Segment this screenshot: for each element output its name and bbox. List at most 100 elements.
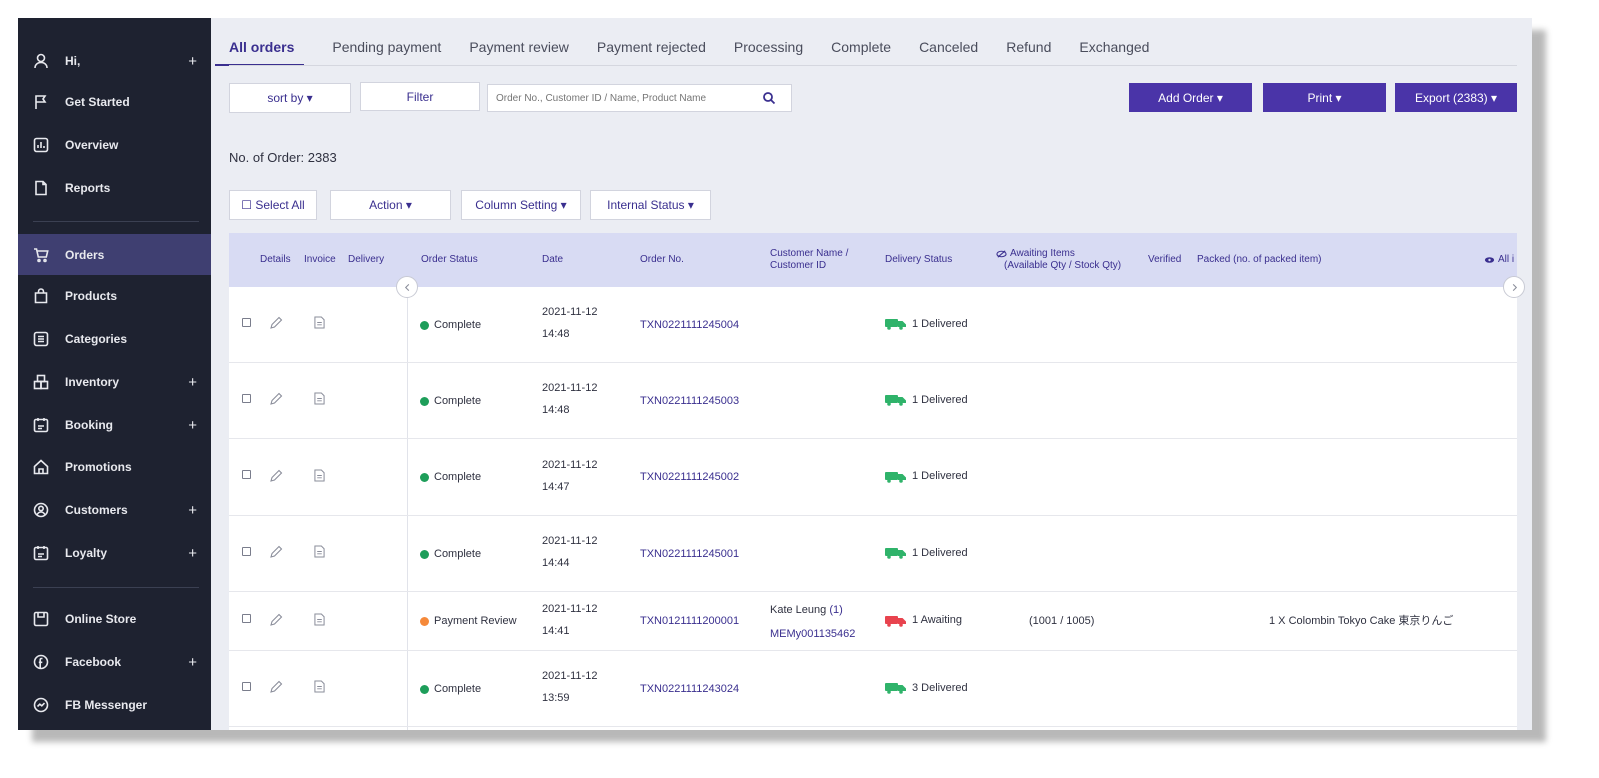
row-checkbox[interactable]: [242, 614, 251, 623]
filter-button[interactable]: Filter: [360, 82, 480, 111]
edit-pencil-icon[interactable]: [269, 392, 283, 406]
sidebar-item-promotions[interactable]: Promotions: [18, 448, 211, 486]
sidebar-item-orders[interactable]: Orders: [18, 234, 211, 275]
sidebar-divider: [33, 587, 199, 588]
expand-plus-icon[interactable]: +: [188, 502, 197, 519]
status-dot-icon: [420, 320, 429, 330]
tab-payment-review[interactable]: Payment review: [469, 36, 569, 66]
export-button[interactable]: Export (2383) ▾: [1395, 83, 1517, 112]
customer-order-count-link[interactable]: (1): [829, 604, 842, 616]
invoice-icon[interactable]: [314, 468, 325, 482]
invoice-icon[interactable]: [314, 316, 325, 329]
column-setting-dropdown[interactable]: Column Setting ▾: [461, 190, 581, 220]
edit-pencil-icon[interactable]: [269, 545, 283, 559]
tab-canceled[interactable]: Canceled: [919, 36, 978, 66]
row-checkbox[interactable]: [242, 393, 251, 403]
order-time: 14:44: [542, 557, 570, 569]
internal-status-dropdown[interactable]: Internal Status ▾: [590, 190, 711, 220]
sidebar-item-categories[interactable]: Categories: [18, 320, 211, 358]
sidebar: Hi, + Get Started Overview Reports Order…: [18, 18, 211, 730]
sidebar-item-inventory[interactable]: Inventory +: [18, 363, 211, 401]
tab-all-orders[interactable]: All orders: [215, 36, 305, 66]
col-packed: Packed (no. of packed item): [1197, 254, 1322, 265]
tab-exchanged[interactable]: Exchanged: [1079, 36, 1149, 66]
search-icon[interactable]: [762, 91, 776, 105]
eye-slash-icon[interactable]: [996, 250, 1007, 258]
order-status: Complete: [434, 318, 482, 331]
col-delivery: Delivery: [348, 254, 385, 265]
invoice-icon[interactable]: [314, 680, 325, 693]
order-date: 2021-11-12: [542, 458, 598, 471]
sidebar-item-online-store[interactable]: Online Store: [18, 600, 211, 638]
tab-processing[interactable]: Processing: [734, 36, 803, 66]
table-row[interactable]: Payment Review 2021-11-12 14:41 TXN01211112…: [229, 592, 1517, 651]
edit-pencil-icon[interactable]: [269, 469, 283, 483]
sidebar-item-get-started[interactable]: Get Started: [18, 83, 211, 121]
invoice-icon[interactable]: [314, 545, 325, 558]
sidebar-item-booking[interactable]: Booking +: [18, 406, 211, 444]
tab-payment-rejected[interactable]: Payment rejected: [597, 36, 706, 66]
invoice-icon[interactable]: [314, 392, 325, 405]
expand-plus-icon[interactable]: +: [188, 374, 197, 391]
sort-by-dropdown[interactable]: sort by ▾: [229, 83, 351, 113]
order-number-link[interactable]: TXN0221111245004: [640, 315, 739, 335]
sidebar-item-label: Facebook: [65, 655, 122, 669]
order-number-link[interactable]: TXN0221111245003: [640, 391, 739, 411]
expand-plus-icon[interactable]: +: [188, 654, 197, 671]
expand-plus-icon[interactable]: +: [188, 545, 197, 562]
table-row[interactable]: Complete 2021-11-12 14:44 TXN0221111245001 1…: [229, 516, 1517, 592]
table-row[interactable]: Complete 2021-11-12 14:48 TXN0221111245003 1…: [229, 363, 1517, 439]
col-verified: Verified: [1148, 254, 1182, 265]
col-details: Details: [260, 254, 291, 265]
col-customer: Customer Name / Customer ID: [770, 233, 848, 287]
truck-icon: [885, 395, 906, 406]
order-number-link[interactable]: TXN0221111245002: [640, 468, 739, 488]
sidebar-item-overview[interactable]: Overview: [18, 126, 211, 164]
order-number-link[interactable]: TXN0221111243024: [640, 679, 739, 699]
sidebar-item-label: Inventory: [65, 375, 120, 389]
order-time: 14:48: [542, 328, 570, 340]
sidebar-item-label: FB Messenger: [65, 698, 148, 712]
order-number-link[interactable]: TXN0121111200001: [640, 612, 739, 632]
order-date: 2021-11-12: [542, 306, 598, 318]
tabs-divider: [229, 65, 1517, 66]
tab-pending-payment[interactable]: Pending payment: [332, 36, 441, 66]
row-checkbox[interactable]: [242, 317, 251, 327]
expand-plus-icon[interactable]: +: [188, 53, 197, 70]
edit-pencil-icon[interactable]: [269, 316, 283, 330]
table-row[interactable]: Complete 2021-11-12 14:47 TXN0221111245002 1…: [229, 439, 1517, 516]
customer-id-link[interactable]: MEMy001135462: [770, 622, 855, 646]
add-order-button[interactable]: Add Order ▾: [1129, 83, 1252, 112]
sidebar-divider: [33, 221, 199, 222]
eye-icon[interactable]: [1484, 256, 1495, 264]
table-row[interactable]: Complete 2021-11-12 13:59 TXN0221111243024 3…: [229, 651, 1517, 727]
sidebar-item-fb-messenger[interactable]: FB Messenger: [18, 686, 211, 724]
order-number-link[interactable]: TXN0221111245001: [640, 544, 739, 564]
search-input[interactable]: [488, 92, 758, 104]
sidebar-item-greeting[interactable]: Hi, +: [18, 42, 211, 80]
bag-icon: [33, 288, 49, 304]
table-row[interactable]: Complete 2021-11-12 14:48 TXN0221111245004 1…: [229, 287, 1517, 363]
sidebar-item-loyalty[interactable]: Loyalty +: [18, 534, 211, 572]
expand-plus-icon[interactable]: +: [188, 417, 197, 434]
sidebar-item-customers[interactable]: Customers +: [18, 491, 211, 529]
invoice-icon[interactable]: [314, 612, 325, 626]
tab-refund[interactable]: Refund: [1006, 36, 1051, 66]
status-dot-icon: [420, 549, 429, 559]
order-time: 14:48: [542, 404, 570, 416]
edit-pencil-icon[interactable]: [269, 680, 283, 694]
sidebar-item-products[interactable]: Products: [18, 277, 211, 315]
sidebar-item-facebook[interactable]: Facebook +: [18, 643, 211, 681]
action-dropdown[interactable]: Action ▾: [330, 190, 451, 220]
row-checkbox[interactable]: [242, 681, 251, 691]
order-time: 13:59: [542, 692, 570, 704]
row-checkbox[interactable]: [242, 470, 251, 479]
edit-pencil-icon[interactable]: [269, 613, 283, 627]
print-button[interactable]: Print ▾: [1263, 83, 1386, 112]
order-status: Complete: [434, 547, 482, 560]
row-checkbox[interactable]: [242, 546, 251, 556]
sidebar-item-reports[interactable]: Reports: [18, 169, 211, 207]
loyalty-icon: [33, 545, 49, 561]
select-all-button[interactable]: ☐ Select All: [229, 190, 317, 220]
tab-complete[interactable]: Complete: [831, 36, 891, 66]
